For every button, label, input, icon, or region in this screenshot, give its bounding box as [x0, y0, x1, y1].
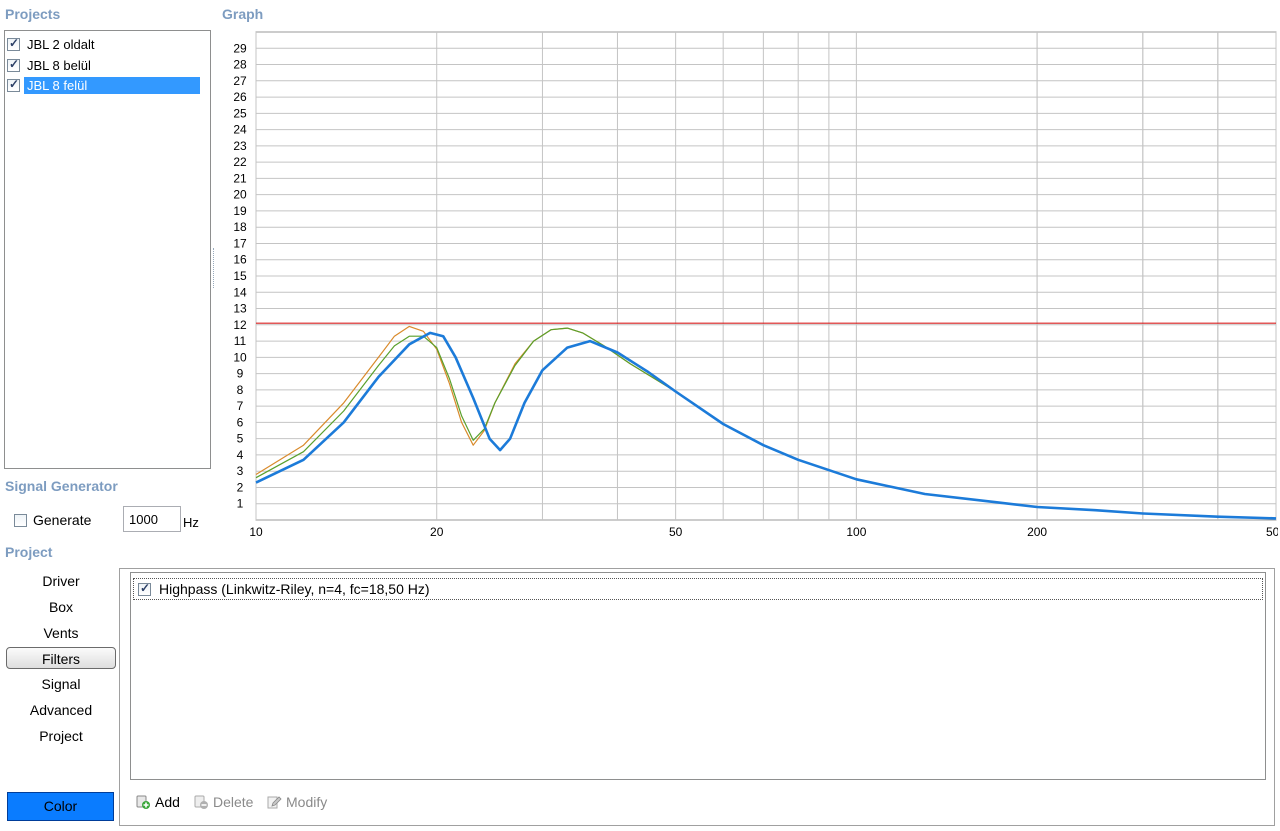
add-label: Add — [155, 794, 180, 810]
x-tick-label: 20 — [430, 525, 444, 539]
y-tick-label: 3 — [237, 464, 244, 478]
y-tick-label: 1 — [237, 497, 244, 511]
filter-checkbox[interactable] — [138, 581, 151, 596]
x-tick-label: 10 — [249, 525, 263, 539]
projects-list[interactable]: JBL 2 oldalt JBL 8 belül JBL 8 felül — [4, 30, 211, 469]
nav-advanced[interactable]: Advanced — [6, 699, 116, 721]
y-tick-label: 14 — [233, 285, 247, 299]
y-tick-label: 24 — [233, 123, 247, 137]
y-tick-label: 10 — [233, 350, 247, 364]
generate-checkbox[interactable] — [14, 513, 27, 527]
y-tick-label: 26 — [233, 90, 247, 104]
pencil-icon — [267, 796, 282, 809]
add-icon — [136, 795, 150, 809]
y-tick-label: 29 — [233, 41, 247, 55]
project-label: JBL 2 oldalt — [27, 36, 95, 52]
project-label: JBL 8 felül — [24, 76, 200, 94]
add-button[interactable]: Add — [135, 794, 180, 810]
response-graph: 1 2 3 4 5 6 7 8 9 10 11 12 13 14 15 16 17 18 19 20 21 22 23 24 2… — [216, 30, 1280, 545]
project-checkbox[interactable] — [7, 77, 20, 92]
delete-button[interactable]: Delete — [193, 794, 253, 810]
modify-button[interactable]: Modify — [266, 794, 327, 810]
filter-item[interactable]: Highpass (Linkwitz-Riley, n=4, fc=18,50 … — [133, 578, 1263, 600]
y-tick-label: 27 — [233, 74, 247, 88]
y-tick-label: 15 — [233, 269, 247, 283]
y-tick-label: 21 — [233, 171, 247, 185]
filters-list[interactable] — [130, 572, 1266, 780]
project-title: Project — [5, 544, 53, 560]
modify-label: Modify — [286, 794, 328, 810]
nav-project[interactable]: Project — [6, 725, 116, 747]
y-tick-label: 4 — [237, 448, 244, 462]
graph-svg: 1234567891011121314151617181920212223242… — [233, 31, 1280, 539]
generate-label: Generate — [33, 512, 92, 528]
x-tick-label: 100 — [846, 525, 866, 539]
projects-title: Projects — [5, 6, 61, 22]
x-tick-label: 50 — [669, 525, 683, 539]
y-tick-label: 6 — [237, 415, 244, 429]
project-item[interactable]: JBL 8 belül — [7, 55, 209, 75]
y-tick-label: 8 — [237, 383, 244, 397]
project-item-selected[interactable]: JBL 8 felül — [7, 75, 209, 95]
y-tick-label: 17 — [233, 236, 247, 250]
y-tick-label: 19 — [233, 204, 247, 218]
generate-option[interactable]: Generate — [14, 512, 91, 528]
y-tick-label: 28 — [233, 58, 247, 72]
project-item[interactable]: JBL 2 oldalt — [7, 34, 209, 54]
frequency-input[interactable] — [123, 506, 181, 532]
y-tick-label: 2 — [237, 480, 244, 494]
signal-generator-title: Signal Generator — [5, 478, 118, 494]
y-tick-label: 25 — [233, 106, 247, 120]
y-tick-label: 9 — [237, 367, 244, 381]
y-tick-label: 16 — [233, 253, 247, 267]
y-tick-label: 18 — [233, 220, 247, 234]
delete-label: Delete — [213, 794, 254, 810]
y-tick-label: 7 — [237, 399, 244, 413]
x-tick-label: 200 — [1027, 525, 1047, 539]
project-label: JBL 8 belül — [27, 57, 91, 73]
y-tick-label: 12 — [233, 318, 247, 332]
graph-title: Graph — [222, 6, 264, 22]
y-tick-label: 13 — [233, 302, 247, 316]
nav-signal[interactable]: Signal — [6, 673, 116, 695]
nav-vents[interactable]: Vents — [6, 622, 116, 644]
x-tick-label: 500 — [1266, 525, 1278, 539]
color-button[interactable]: Color — [7, 792, 114, 821]
nav-box[interactable]: Box — [6, 596, 116, 618]
y-tick-label: 23 — [233, 139, 247, 153]
project-checkbox[interactable] — [7, 57, 20, 72]
filter-label: Highpass (Linkwitz-Riley, n=4, fc=18,50 … — [159, 581, 430, 597]
y-tick-label: 22 — [233, 155, 247, 169]
nav-filters[interactable]: Filters — [6, 647, 116, 669]
y-tick-label: 20 — [233, 188, 247, 202]
y-tick-label: 11 — [234, 334, 247, 348]
project-checkbox[interactable] — [7, 36, 20, 51]
delete-icon — [194, 795, 208, 809]
y-tick-label: 5 — [237, 432, 244, 446]
nav-driver[interactable]: Driver — [6, 570, 116, 592]
frequency-unit: Hz — [183, 515, 199, 530]
